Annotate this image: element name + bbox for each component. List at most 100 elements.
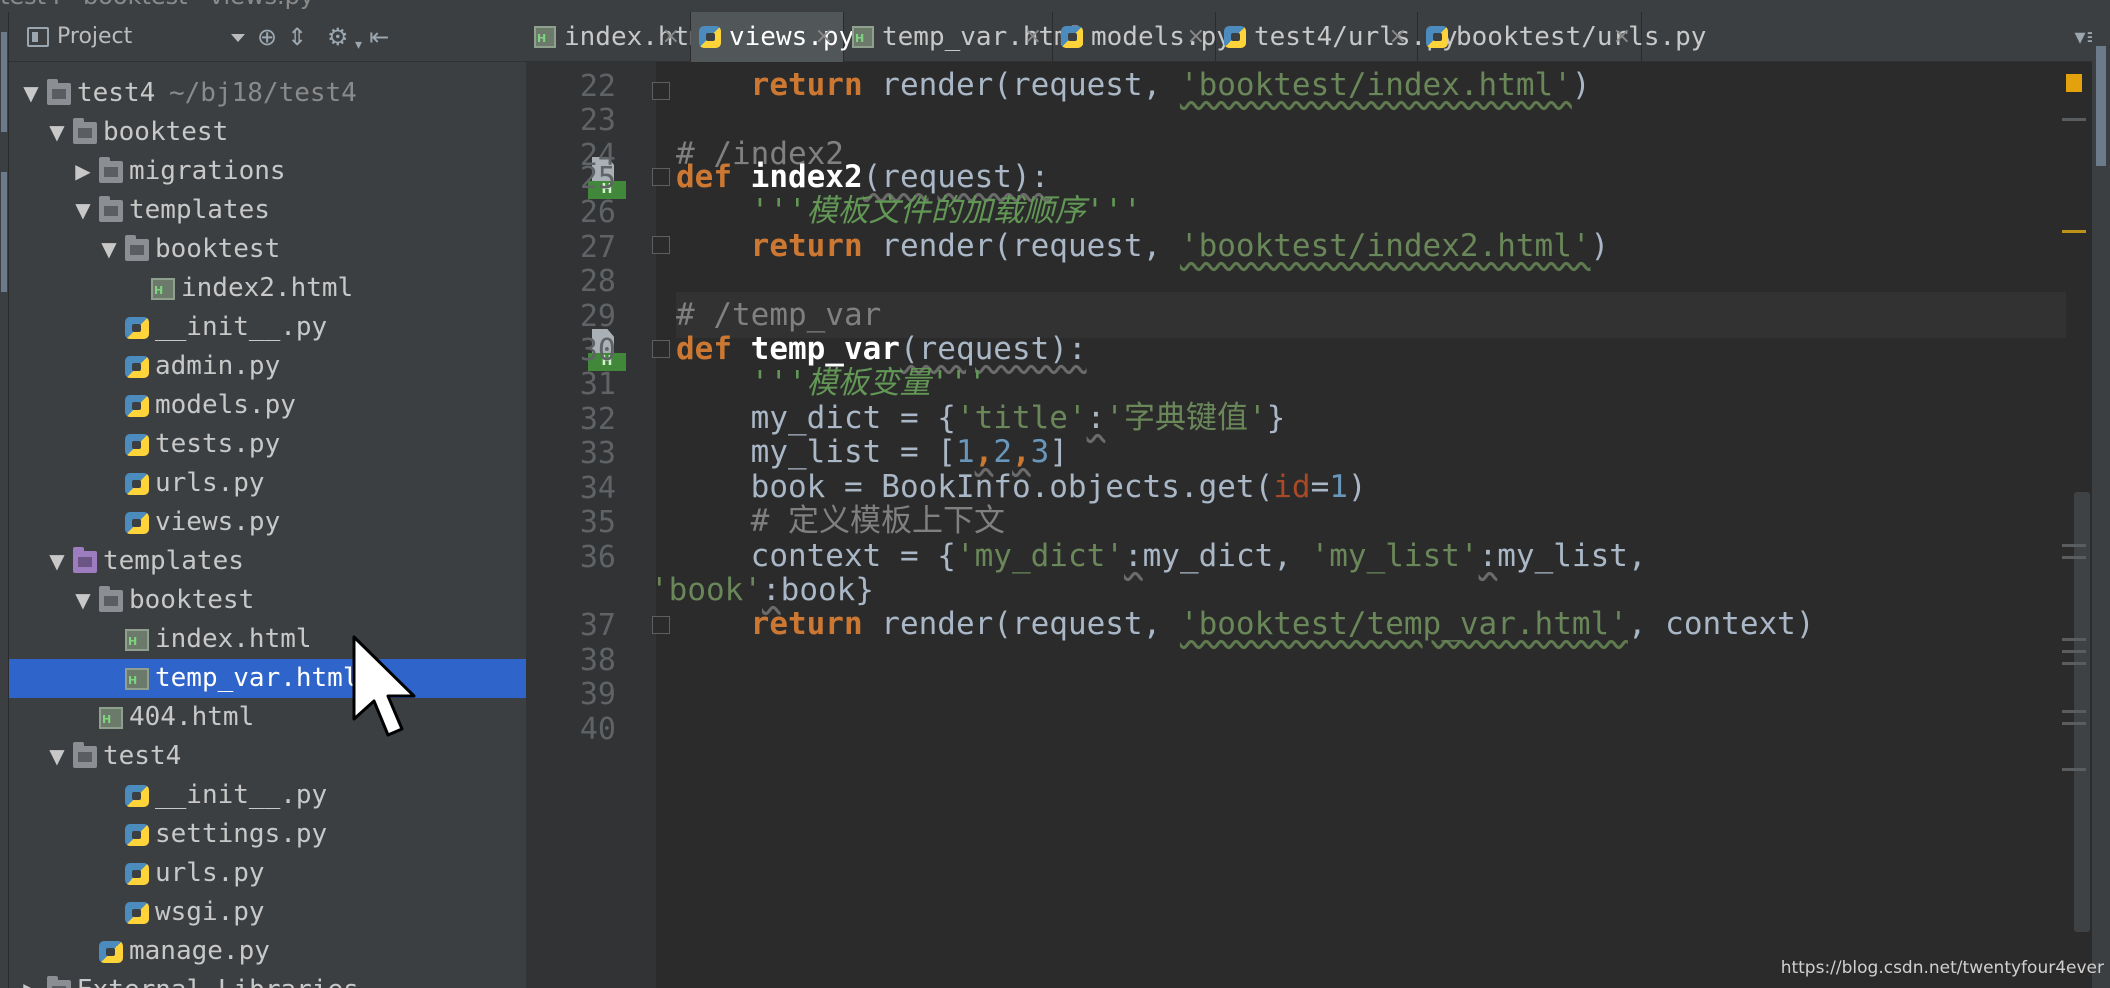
error-stripe-mark[interactable]	[2062, 118, 2086, 121]
locate-icon[interactable]: ⊕	[257, 24, 277, 50]
error-stripe-mark[interactable]	[2062, 710, 2086, 713]
hide-panel-icon[interactable]: ⇤	[369, 24, 389, 50]
chevron-right-icon[interactable]: ▶	[73, 152, 93, 191]
code-token: render(request,	[862, 67, 1180, 103]
tree-item[interactable]: urls.py	[9, 854, 526, 893]
tree-item[interactable]: __init__.py	[9, 776, 526, 815]
structure-tool-window-button[interactable]	[1, 172, 7, 292]
tree-item[interactable]: ▶ migrations	[9, 152, 526, 191]
error-stripe-mark[interactable]	[2062, 662, 2086, 665]
tree-item[interactable]: ▼ test4 ~/bj18/test4	[9, 74, 526, 113]
chevron-down-icon[interactable]: ▼	[73, 581, 93, 620]
close-icon[interactable]: ×	[1024, 12, 1042, 62]
chevron-down-icon[interactable]: ▼	[47, 113, 67, 152]
editor-tab[interactable]: booktest/urls.py ×	[1418, 12, 1706, 62]
editor-tab[interactable]: models.py ×	[1053, 12, 1232, 62]
tree-item[interactable]: views.py	[9, 503, 526, 542]
editor-tab[interactable]: views.py ×	[691, 12, 854, 62]
tree-item[interactable]: ▼ test4	[9, 737, 526, 776]
tree-item[interactable]: ▼ booktest	[9, 113, 526, 152]
tree-item[interactable]: wsgi.py	[9, 893, 526, 932]
fold-start-icon[interactable]	[652, 340, 670, 358]
warning-stripe-mark[interactable]	[2062, 230, 2086, 233]
warning-indicator-icon[interactable]	[2066, 74, 2082, 92]
chevron-down-icon[interactable]: ▼	[21, 74, 41, 113]
tree-item[interactable]: urls.py	[9, 464, 526, 503]
folder-icon	[47, 79, 71, 105]
gear-dropdown-icon[interactable]: ▾	[355, 32, 362, 58]
editor-tab[interactable]: test4/urls.py ×	[1216, 12, 1458, 62]
tree-item[interactable]: manage.py	[9, 932, 526, 971]
tree-item-label: settings.py	[155, 819, 328, 849]
tree-item[interactable]: admin.py	[9, 347, 526, 386]
close-icon[interactable]: ×	[1389, 12, 1407, 62]
fold-end-icon[interactable]	[652, 236, 670, 254]
tree-item[interactable]: settings.py	[9, 815, 526, 854]
html-file-icon	[852, 26, 874, 48]
chevron-down-icon[interactable]: ▼	[47, 737, 67, 776]
tree-item[interactable]: temp_var.html	[9, 659, 526, 698]
gear-icon[interactable]: ⚙	[327, 24, 349, 50]
tree-item[interactable]: 404.html	[9, 698, 526, 737]
tree-item[interactable]: tests.py	[9, 425, 526, 464]
tree-item[interactable]: ▼ booktest	[9, 581, 526, 620]
error-stripe-mark[interactable]	[2062, 722, 2086, 725]
tree-item[interactable]: __init__.py	[9, 308, 526, 347]
error-stripe-mark[interactable]	[2062, 638, 2086, 641]
chevron-down-icon[interactable]	[231, 34, 245, 42]
project-icon	[27, 27, 49, 47]
folder-icon	[99, 196, 123, 222]
code-token: )	[1590, 228, 1610, 264]
tree-item-label: models.py	[155, 390, 296, 420]
breadcrumb-item[interactable]: test4	[0, 0, 61, 10]
code-token: , context)	[1627, 606, 1815, 642]
breadcrumb-item[interactable]: booktest	[83, 0, 188, 10]
string-token: 'booktest/index2.html'	[1179, 228, 1591, 264]
close-icon[interactable]: ×	[662, 12, 680, 62]
tree-item-label: templates	[129, 195, 270, 225]
collapse-all-icon[interactable]: ⇕	[287, 24, 307, 50]
tree-item[interactable]: ▼ booktest	[9, 230, 526, 269]
tree-item[interactable]: models.py	[9, 386, 526, 425]
fold-start-icon[interactable]	[652, 168, 670, 186]
chevron-down-icon[interactable]: ▼	[99, 230, 119, 269]
html-file-icon	[125, 668, 149, 690]
tree-item-label: tests.py	[155, 429, 281, 459]
tree-item[interactable]: ▼ templates	[9, 191, 526, 230]
python-file-icon	[125, 785, 149, 807]
tree-item[interactable]: ▼ templates	[9, 542, 526, 581]
folder-icon	[73, 742, 97, 768]
fold-end-icon[interactable]	[652, 82, 670, 100]
error-stripe-mark[interactable]	[2062, 650, 2086, 653]
tree-item-label: manage.py	[129, 936, 270, 966]
breadcrumb-item[interactable]: views.py	[209, 0, 314, 10]
code-editor[interactable]: 22232425262728293031323334353637383940 r…	[526, 62, 2074, 988]
close-icon[interactable]: ×	[815, 12, 833, 62]
html-file-icon	[534, 26, 556, 48]
tree-item-path: ~/bj18/test4	[169, 78, 357, 108]
keyword-token: return	[750, 228, 863, 264]
chevron-down-icon[interactable]: ▼	[73, 191, 93, 230]
tree-item[interactable]: ▶ External Libraries	[9, 971, 526, 988]
string-token: 'booktest/index.html'	[1179, 67, 1572, 103]
folder-icon	[99, 586, 123, 612]
chevron-right-icon[interactable]: ▶	[21, 971, 41, 988]
tree-item[interactable]: index.html	[9, 620, 526, 659]
editor-tab-bar: index.html×views.py×temp_var.html×models…	[526, 12, 2110, 62]
project-panel-title[interactable]: Project	[57, 24, 132, 49]
tree-item[interactable]: index2.html	[9, 269, 526, 308]
close-icon[interactable]: ×	[1187, 12, 1205, 62]
editor-tab[interactable]: temp_var.html×	[844, 12, 1086, 62]
tree-item-label: admin.py	[155, 351, 281, 381]
html-file-icon	[151, 278, 175, 300]
fold-end-icon[interactable]	[652, 616, 670, 634]
error-stripe-mark[interactable]	[2062, 556, 2086, 559]
editor-tab[interactable]: index.html×	[526, 12, 721, 62]
close-icon[interactable]: ×	[1613, 12, 1631, 62]
database-tool-window-button[interactable]	[2096, 46, 2106, 166]
library-icon	[47, 976, 71, 988]
project-tool-window-button[interactable]	[1, 32, 7, 132]
error-stripe-mark[interactable]	[2062, 544, 2086, 547]
error-stripe-mark[interactable]	[2062, 768, 2086, 771]
chevron-down-icon[interactable]: ▼	[47, 542, 67, 581]
